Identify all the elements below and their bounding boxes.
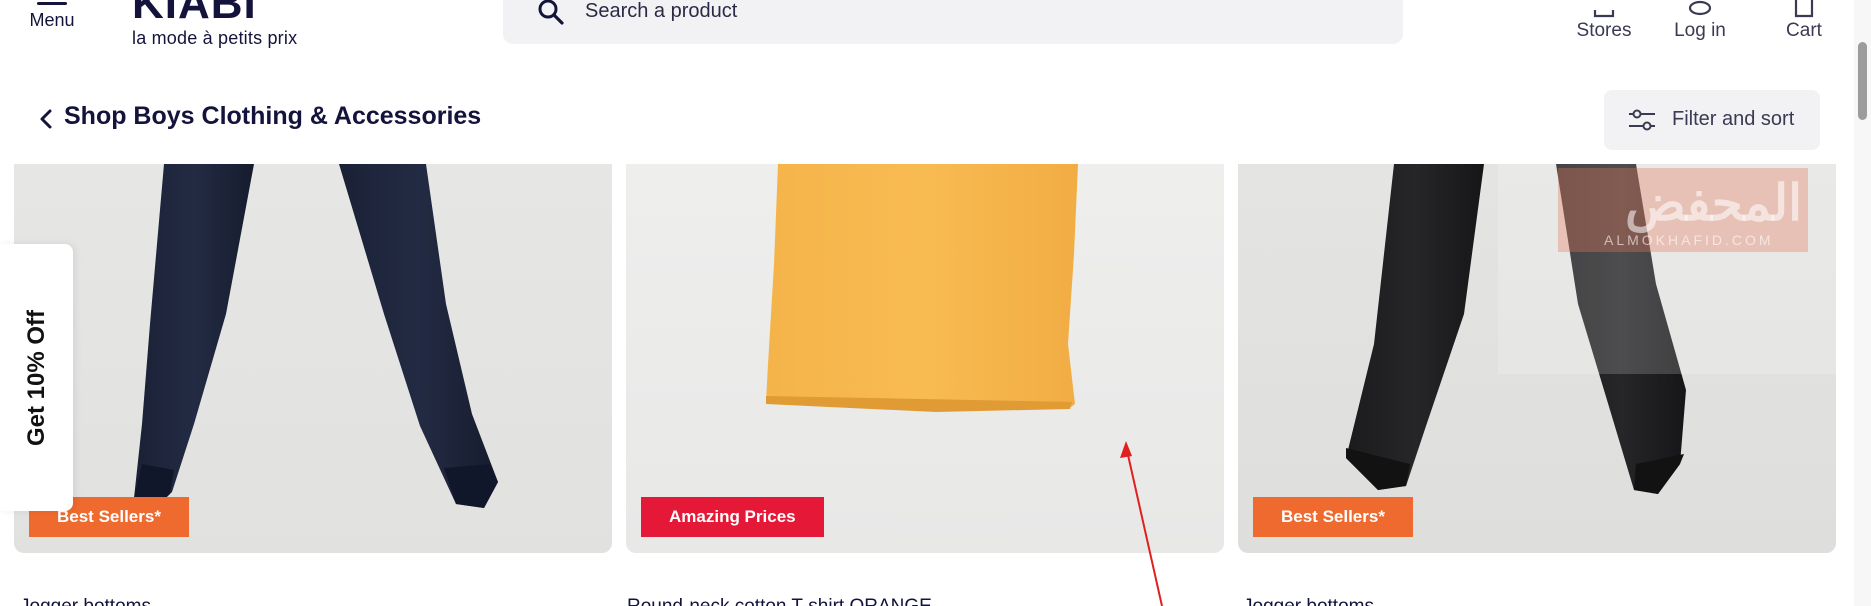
search-input[interactable]: Search a product	[503, 0, 1403, 44]
page: Menu KIABI la mode à petits prix Search …	[0, 0, 1871, 606]
category-bar: Shop Boys Clothing & Accessories Filter …	[0, 70, 1860, 166]
logo-tagline: la mode à petits prix	[132, 28, 298, 48]
discount-promo-tab[interactable]: Get 10% Off	[0, 244, 73, 511]
product-name[interactable]: Round-neck cotton T-shirt ORANGE	[627, 596, 932, 606]
watermark-latin-text: ALMOKHAFID.COM	[1604, 232, 1774, 248]
site-header: Menu KIABI la mode à petits prix Search …	[0, 0, 1871, 58]
vertical-scrollbar[interactable]	[1854, 0, 1871, 606]
cart-label: Cart	[1786, 20, 1822, 41]
stores-link[interactable]: Stores	[1574, 0, 1634, 42]
search-placeholder: Search a product	[585, 0, 738, 22]
best-sellers-badge: Best Sellers*	[1253, 497, 1413, 537]
product-card[interactable]: Amazing Prices	[626, 164, 1224, 553]
page-title[interactable]: Shop Boys Clothing & Accessories	[64, 102, 481, 131]
filter-label: Filter and sort	[1672, 108, 1795, 130]
cart-link[interactable]: Cart	[1780, 0, 1828, 42]
hamburger-icon	[37, 0, 67, 8]
watermark: المحفض ALMOKHAFID.COM	[1498, 160, 1836, 374]
menu-button[interactable]: Menu	[22, 0, 82, 42]
product-card[interactable]: Best Sellers*	[14, 164, 612, 553]
filter-sliders-icon	[1629, 109, 1655, 131]
product-name[interactable]: Jogger bottoms	[1243, 596, 1374, 606]
user-icon	[1688, 0, 1712, 16]
logo-wordmark: KIABI	[132, 0, 257, 28]
login-label: Log in	[1674, 20, 1726, 41]
search-icon	[538, 0, 564, 25]
stores-label: Stores	[1576, 20, 1632, 41]
scrollbar-thumb[interactable]	[1858, 42, 1867, 120]
product-name[interactable]: Jogger bottoms	[20, 596, 151, 606]
navy-jogger-pants-image	[134, 164, 498, 509]
orange-t-shirt-image	[766, 164, 1078, 412]
filter-and-sort-button[interactable]: Filter and sort	[1604, 90, 1820, 150]
store-icon	[1593, 10, 1615, 18]
amazing-prices-badge: Amazing Prices	[641, 497, 824, 537]
chevron-left-icon[interactable]	[38, 108, 54, 130]
menu-label: Menu	[29, 10, 75, 30]
watermark-arabic-text: المحفض	[1625, 175, 1802, 231]
login-link[interactable]: Log in	[1666, 0, 1734, 42]
kiabi-logo[interactable]: KIABI la mode à petits prix	[132, 0, 332, 48]
promo-label: Get 10% Off	[22, 309, 50, 446]
cart-icon	[1794, 0, 1814, 18]
